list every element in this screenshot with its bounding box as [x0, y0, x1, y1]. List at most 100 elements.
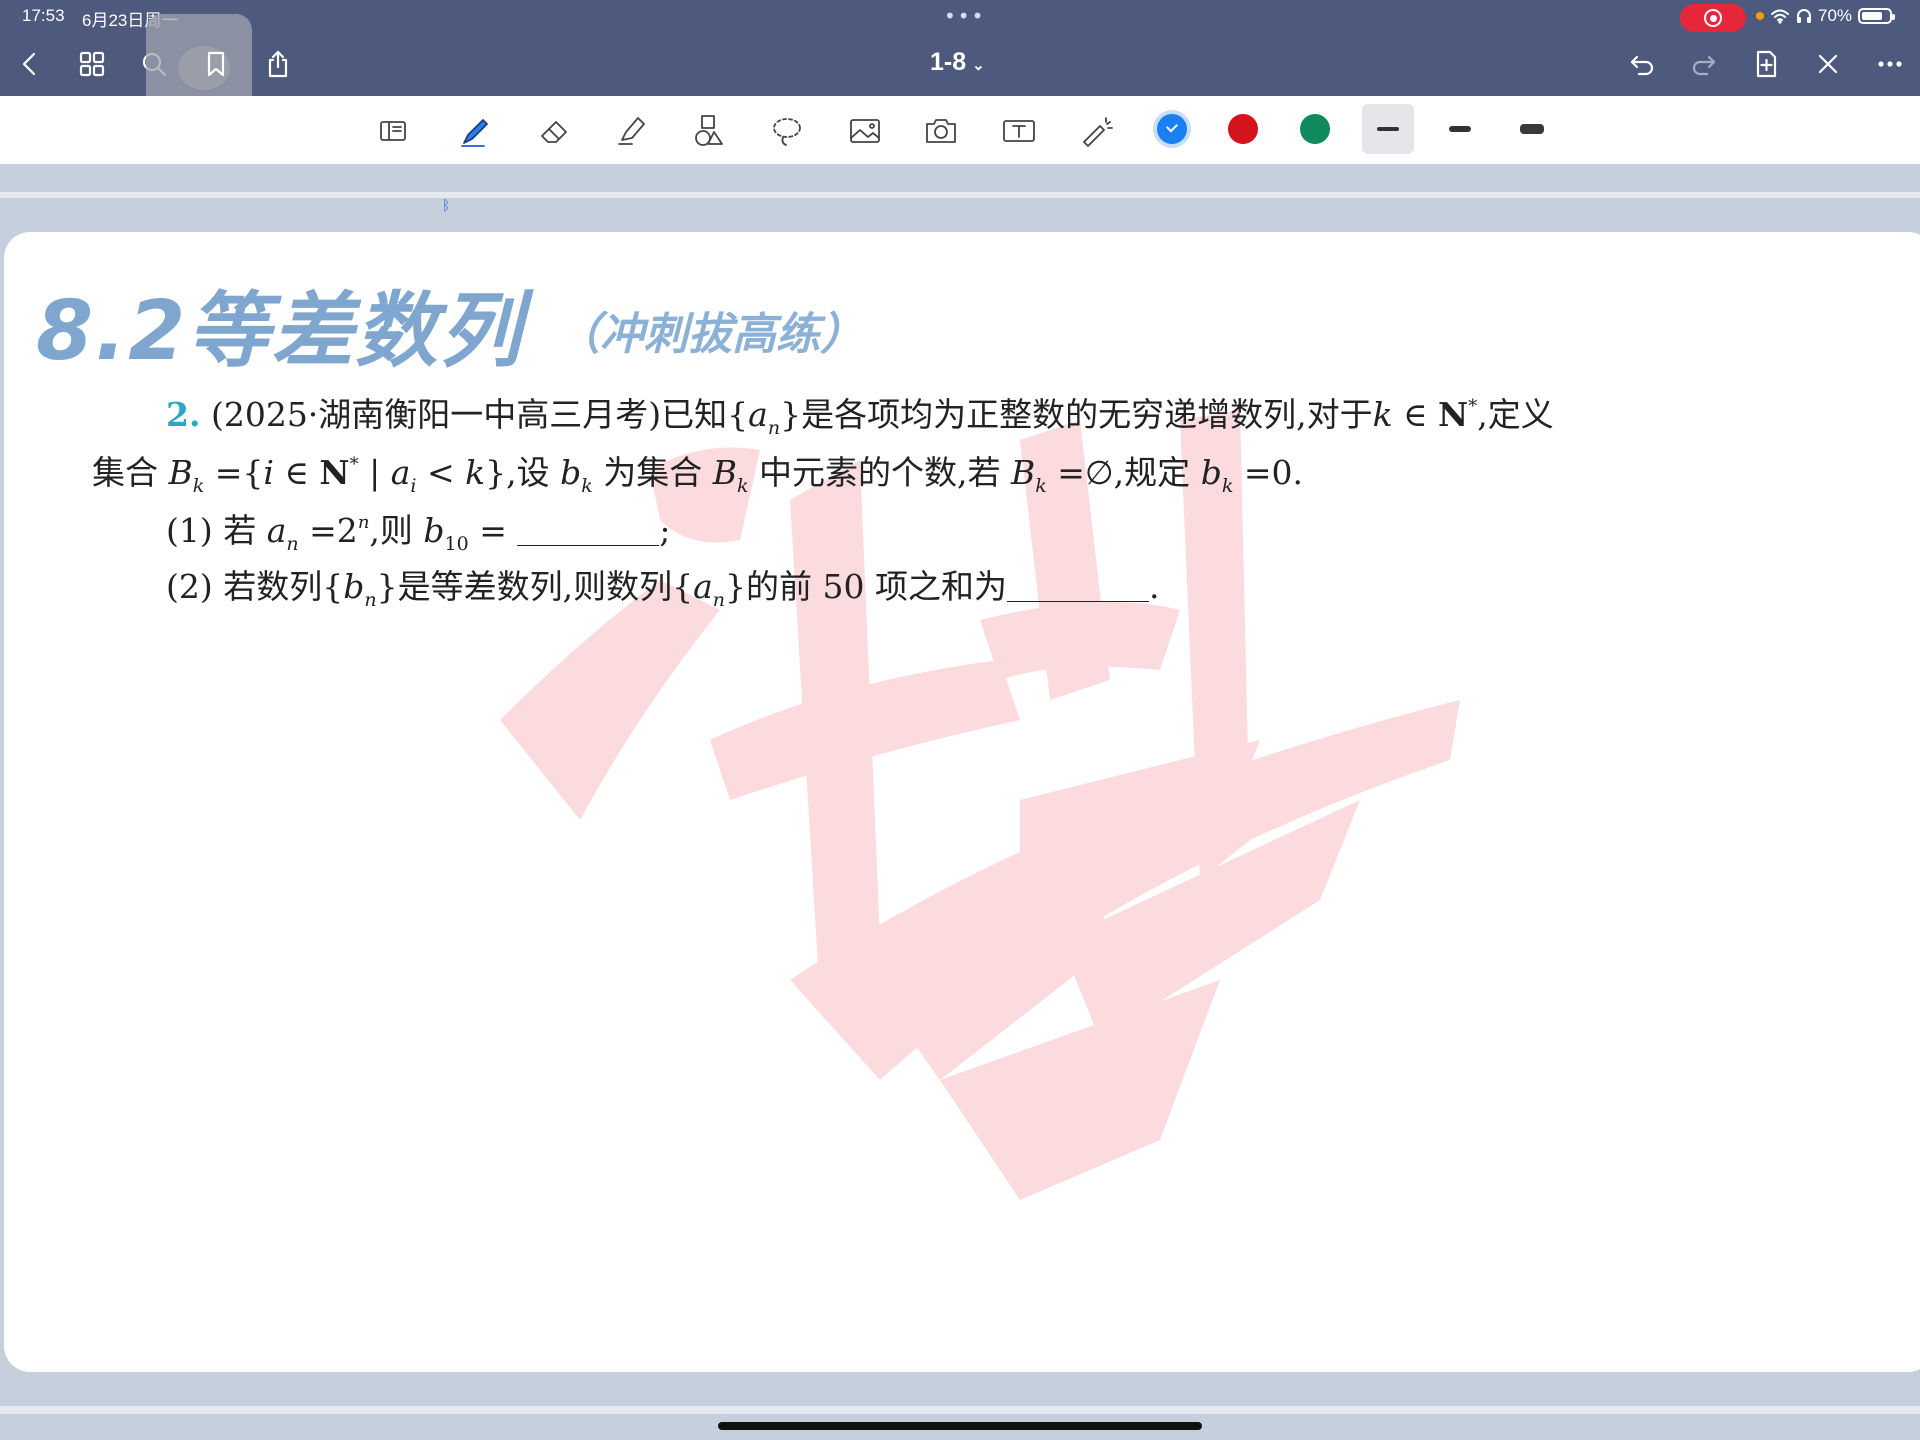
redo-icon: [1692, 55, 1716, 76]
math-sub: n: [712, 589, 726, 611]
document-title: 1-8: [930, 48, 967, 76]
math-eq: ={: [204, 453, 264, 492]
question-text: ,则: [369, 511, 413, 550]
add-page-icon: [1756, 50, 1777, 78]
battery-percent: 70%: [1818, 6, 1853, 25]
page-gap: [0, 164, 1920, 192]
question-source: (2025·湖南衡阳一中高三月考)已知{: [210, 395, 749, 434]
math-B: B: [168, 453, 193, 492]
headphones-icon: [1797, 9, 1811, 23]
bookmark-icon: [207, 51, 225, 77]
color-blue-selected[interactable]: [1157, 114, 1187, 144]
answer-blank-2[interactable]: [1007, 571, 1149, 602]
share-button[interactable]: [258, 44, 298, 84]
question-number: 2.: [166, 395, 201, 434]
math-b: b: [560, 453, 582, 492]
math-sub: n: [364, 589, 377, 611]
close-button[interactable]: [1808, 44, 1848, 84]
math-eq: =: [468, 511, 507, 550]
wifi-icon: [1771, 9, 1789, 24]
eraser-icon: [541, 121, 567, 143]
undo-icon: [1630, 55, 1654, 76]
text-box-tool[interactable]: [996, 108, 1042, 154]
math-b: b: [1200, 453, 1222, 492]
image-tool[interactable]: [842, 108, 888, 154]
back-icon: [22, 52, 36, 76]
question-text: }的前 50 项之和为: [725, 567, 1007, 606]
question-text: },设: [485, 453, 550, 492]
math-sup: *: [1468, 396, 1478, 417]
question-text: =0.: [1233, 453, 1303, 492]
back-button[interactable]: [10, 44, 50, 84]
math-sub: k: [581, 475, 593, 497]
math-k: k: [465, 453, 486, 492]
math-in: ∈: [1392, 395, 1439, 434]
math-sub: k: [737, 475, 749, 497]
close-icon: [1818, 54, 1838, 74]
top-app-bar: 17:53 6月23日周一 ••• 70% 1-8 ⌄: [0, 0, 1920, 120]
mic-in-use-icon: [1756, 12, 1764, 20]
redo-button[interactable]: [1684, 44, 1724, 84]
math-eq: =2: [298, 511, 358, 550]
next-page-edge: [0, 1406, 1920, 1414]
question-text: 中元素的个数,若: [759, 453, 1001, 492]
question-text: ,定义: [1477, 395, 1554, 434]
math-B: B: [712, 453, 737, 492]
grid-icon: [79, 51, 105, 77]
status-time: 17:53: [22, 6, 65, 25]
page-layout-tool[interactable]: [370, 108, 416, 154]
math-lt: <: [416, 453, 466, 492]
math-sub: n: [767, 417, 781, 439]
math-a: a: [693, 567, 713, 606]
math-sub: k: [192, 475, 205, 497]
highlighter-tool[interactable]: [608, 108, 654, 154]
pen-tool[interactable]: [452, 108, 498, 154]
stroke-width-fine-selected[interactable]: [1362, 104, 1414, 154]
question-line-1: 2. (2025·湖南衡阳一中高三月考)已知{an}是各项均为正整数的无穷递增数…: [166, 388, 1554, 439]
eraser-tool[interactable]: [532, 108, 578, 154]
math-in: ∈: [273, 453, 320, 492]
math-N: N: [319, 453, 350, 492]
pen-icon: [461, 119, 488, 147]
bookmark-button[interactable]: [196, 44, 236, 84]
undo-button[interactable]: [1622, 44, 1662, 84]
math-bar: |: [358, 453, 391, 492]
color-red[interactable]: [1228, 114, 1258, 144]
shapes-tool[interactable]: [686, 108, 732, 154]
math-N: N: [1438, 395, 1469, 434]
question-text: }是等差数列,则数列{: [376, 567, 694, 606]
camera-tool[interactable]: [918, 108, 964, 154]
math-b: b: [343, 567, 365, 606]
question-text: =∅,规定: [1046, 453, 1191, 492]
question-text: (1) 若: [166, 511, 257, 550]
color-green[interactable]: [1300, 114, 1330, 144]
math-i: i: [263, 453, 274, 492]
math-sub: n: [286, 533, 299, 555]
add-page-button[interactable]: [1746, 44, 1786, 84]
chevron-down-icon: ⌄: [972, 57, 985, 74]
answer-blank-1[interactable]: [517, 515, 660, 546]
laser-pointer-icon: [1083, 117, 1113, 147]
math-sub: k: [1035, 475, 1047, 497]
bluetooth-icon: ᛒ: [442, 198, 451, 214]
stroke-width-thick[interactable]: [1506, 104, 1558, 154]
thumbnails-button[interactable]: [72, 44, 112, 84]
math-sup: *: [349, 454, 359, 475]
lasso-tool[interactable]: [764, 108, 810, 154]
battery-icon: [1858, 8, 1896, 24]
question-text: ;: [659, 511, 671, 550]
home-indicator[interactable]: [718, 1422, 1202, 1430]
math-sub: k: [1221, 475, 1234, 497]
multitask-dots-icon[interactable]: •••: [944, 4, 985, 28]
share-icon: [268, 50, 288, 78]
worksheet-subtitle: （冲刺拔高练）: [556, 309, 864, 360]
more-button[interactable]: [1870, 44, 1910, 84]
math-a: a: [748, 395, 768, 434]
question-text: .: [1149, 567, 1160, 606]
math-k: k: [1372, 395, 1393, 434]
laser-pointer-tool[interactable]: [1074, 108, 1120, 154]
document-title-dropdown[interactable]: 1-8 ⌄: [930, 48, 985, 77]
screen-recording-indicator[interactable]: [1680, 4, 1746, 32]
text-box-icon: [1003, 120, 1035, 142]
stroke-width-medium[interactable]: [1434, 104, 1486, 154]
